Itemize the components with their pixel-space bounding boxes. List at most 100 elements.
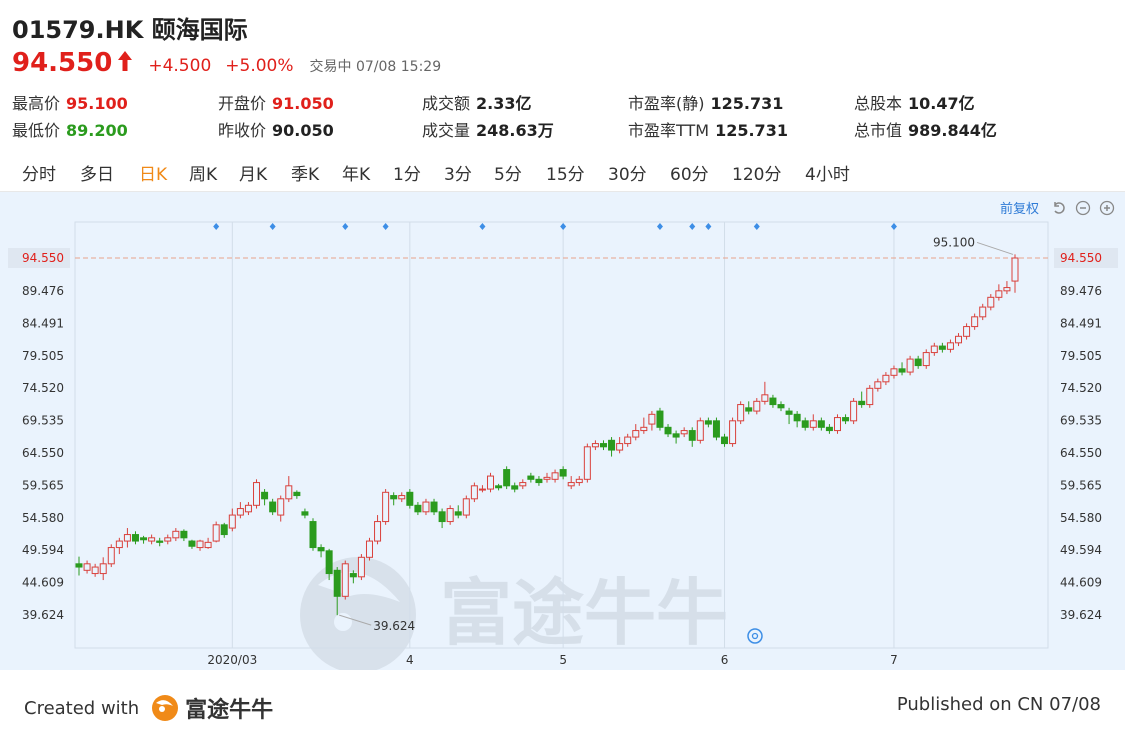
tab-monthly-k[interactable]: 月K: [239, 160, 267, 185]
candle-body: [438, 511, 446, 523]
x-tick-label: 6: [721, 653, 729, 667]
event-marker: [753, 223, 760, 230]
y-tick-label: 69.535: [1060, 414, 1102, 428]
x-tick-label: 2020/03: [207, 653, 257, 667]
candle-body: [382, 491, 390, 523]
candle-body: [172, 530, 180, 539]
candle-body: [842, 417, 850, 422]
candle-body: [478, 488, 486, 491]
stat-value: 95.100: [66, 94, 128, 113]
min-price-label: 39.624: [373, 619, 415, 633]
event-marker: [705, 223, 712, 230]
candle-body: [979, 306, 987, 318]
candle-body: [99, 563, 107, 575]
tab-5min[interactable]: 5分: [494, 160, 522, 185]
tab-intraday[interactable]: 分时: [22, 160, 56, 185]
x-tick-label: 4: [406, 653, 414, 667]
max-callout-line: [976, 241, 1014, 255]
y-tick-label: 69.535: [22, 414, 64, 428]
candle-body: [75, 563, 83, 568]
candle-body: [309, 521, 317, 549]
candle-body: [148, 537, 156, 542]
y-tick-label: 44.609: [1060, 576, 1102, 590]
stat-market-cap: 总市值 989.844亿: [854, 121, 997, 140]
candle-body: [664, 426, 672, 435]
stat-pe-static: 市盈率(静) 125.731: [628, 94, 784, 113]
tab-30min[interactable]: 30分: [608, 160, 647, 185]
candle-body: [277, 498, 285, 516]
candle-body: [519, 482, 527, 487]
candle-body: [721, 436, 729, 445]
event-marker: [342, 223, 349, 230]
candle-body: [551, 472, 559, 480]
candle-body: [777, 404, 785, 409]
zoom-in-icon[interactable]: [1099, 200, 1115, 216]
tab-multi-day[interactable]: 多日: [80, 160, 114, 185]
tab-60min[interactable]: 60分: [670, 160, 709, 185]
candle-body: [341, 563, 349, 597]
candle-body: [1011, 257, 1019, 282]
undo-icon[interactable]: [1051, 200, 1067, 216]
tab-quarterly-k[interactable]: 季K: [291, 160, 319, 185]
candle-body: [729, 420, 737, 445]
candle-body: [349, 573, 357, 578]
candle-body: [866, 387, 874, 406]
candle-body: [164, 537, 172, 542]
candle-body: [737, 404, 745, 422]
candle-body: [430, 501, 438, 513]
y-tick-label: 84.491: [1060, 316, 1102, 330]
y-tick-label: 79.505: [1060, 349, 1102, 363]
y-tick-label: 39.624: [22, 608, 64, 622]
stat-value: 89.200: [66, 121, 128, 140]
candle-body: [462, 498, 470, 516]
candle-body: [301, 511, 309, 516]
candle-body: [817, 420, 825, 428]
candle-body: [890, 368, 898, 376]
candle-body: [454, 511, 462, 516]
event-marker: [560, 223, 567, 230]
tab-15min[interactable]: 15分: [546, 160, 585, 185]
candle-body: [357, 556, 365, 578]
y-tick-label: 64.550: [1060, 446, 1102, 460]
candle-body: [446, 508, 454, 523]
stock-title: 01579.HK 颐海国际: [12, 16, 248, 44]
candle-body: [140, 537, 148, 541]
adjust-mode-button[interactable]: 前复权: [1000, 198, 1039, 217]
tab-yearly-k[interactable]: 年K: [342, 160, 370, 185]
candle-body: [269, 501, 277, 513]
zoom-out-icon[interactable]: [1075, 200, 1091, 216]
candle-body: [261, 491, 269, 500]
candle-body: [390, 495, 398, 500]
y-tick-label: 49.594: [1060, 543, 1102, 557]
candle-body: [123, 534, 131, 542]
candle-body: [527, 475, 535, 480]
stat-turnover: 成交额 2.33亿: [422, 94, 532, 113]
candle-body: [704, 420, 712, 425]
tab-1min[interactable]: 1分: [393, 160, 421, 185]
y-tick-label: 64.550: [22, 446, 64, 460]
candle-body: [946, 342, 954, 350]
candle-body: [115, 540, 123, 549]
candle-body: [850, 400, 858, 422]
event-marker: [213, 223, 220, 230]
tab-daily-k[interactable]: 日K: [139, 160, 167, 185]
candle-body: [745, 407, 753, 412]
tab-3min[interactable]: 3分: [444, 160, 472, 185]
candle-body: [922, 352, 930, 367]
candle-body: [833, 417, 841, 432]
stat-low: 最低价 89.200: [12, 121, 128, 140]
candle-body: [575, 478, 583, 484]
event-marker: [689, 223, 696, 230]
candle-body: [196, 540, 204, 549]
candle-body: [801, 420, 809, 428]
candle-body: [656, 410, 664, 428]
candlestick-chart[interactable]: 富途牛牛 94.550 89.476 84.491 79.505 74.520 69.53…: [0, 192, 1125, 670]
tab-4hour[interactable]: 4小时: [805, 160, 850, 185]
stat-total-shares: 总股本 10.47亿: [854, 94, 975, 113]
candle-body: [898, 368, 906, 373]
stat-value: 248.63万: [476, 121, 554, 140]
candle-body: [971, 316, 979, 328]
tab-120min[interactable]: 120分: [732, 160, 781, 185]
candle-body: [955, 335, 963, 344]
tab-weekly-k[interactable]: 周K: [189, 160, 217, 185]
